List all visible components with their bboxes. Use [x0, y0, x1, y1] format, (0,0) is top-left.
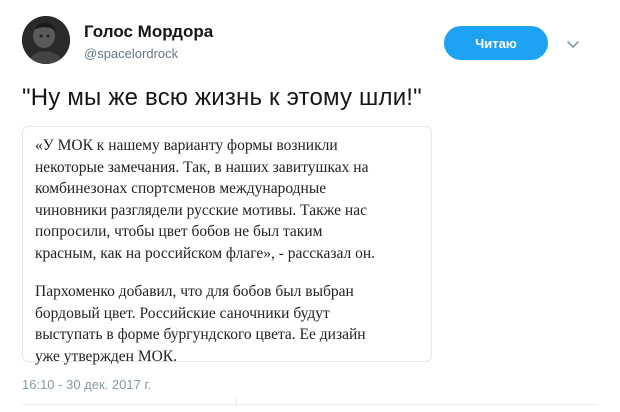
quote-line: уже утвержден МОК.	[35, 347, 178, 365]
tweet-timestamp[interactable]: 16:10 - 30 дек. 2017 г.	[22, 377, 151, 392]
divider	[22, 404, 598, 405]
quote-line: красным, как на российском флаге», - рас…	[35, 244, 376, 262]
quote-line: «У МОК к нашему варианту формы возникли	[35, 137, 338, 154]
author-name[interactable]: Голос Мордора	[84, 22, 213, 42]
quote-line: некоторые замечания. Так, в наших завиту…	[35, 158, 369, 176]
quote-line: комбинезонах спортсменов международные	[35, 180, 327, 197]
follow-button[interactable]: Читаю	[444, 26, 548, 60]
quote-paragraph: Пархоменко добавил, что для бобов был вы…	[35, 281, 421, 367]
quote-line: чиновники разглядели русские мотивы. Так…	[35, 201, 367, 219]
quote-line: попросили, чтобы цвет бобов не был таким	[35, 223, 323, 240]
follow-button-label: Читаю	[475, 35, 517, 51]
quote-line: бордовый цвет. Российские саночники буду…	[35, 304, 330, 322]
avatar-image	[22, 16, 70, 64]
author-handle[interactable]: @spacelordrock	[84, 46, 178, 61]
tweet-card: Голос Мордора @spacelordrock Читаю "Ну м…	[0, 0, 620, 412]
chevron-down-icon[interactable]	[565, 36, 581, 52]
divider-tick	[236, 398, 237, 406]
avatar[interactable]	[22, 16, 70, 64]
quote-line: Пархоменко добавил, что для бобов был вы…	[35, 283, 354, 300]
quoted-text-image[interactable]: «У МОК к нашему варианту формы возникли …	[22, 126, 432, 365]
quote-line: выступать в форме бургундского цвета. Ее…	[35, 326, 366, 343]
tweet-text: "Ну мы же всю жизнь к этому шли!"	[22, 84, 422, 111]
quote-paragraph: «У МОК к нашему варианту формы возникли …	[35, 135, 421, 264]
